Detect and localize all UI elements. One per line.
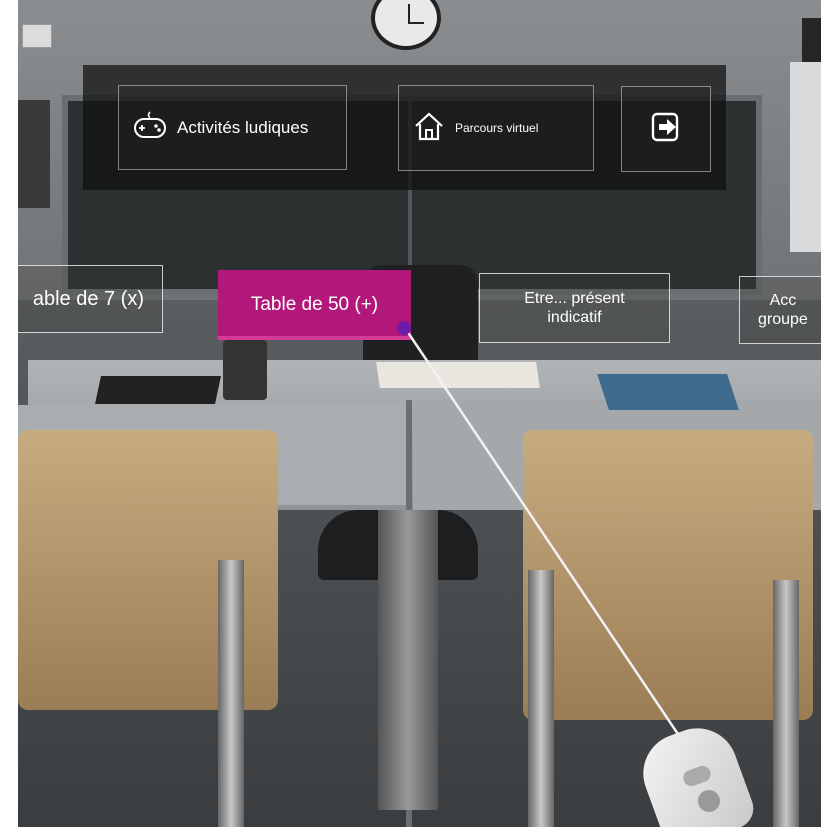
vr-scene: Activités ludiques Parcours virtuel able… [18,0,821,827]
pointer-cursor-dot [397,321,411,335]
laser-pointer-beam [403,327,692,753]
controller-button [698,790,720,812]
